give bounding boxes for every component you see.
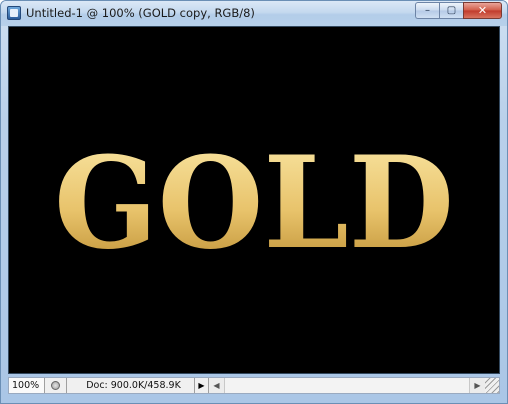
resize-grip-icon[interactable] (485, 378, 499, 393)
minimize-button[interactable]: – (415, 2, 439, 19)
status-bar: 100% Doc: 900.0K/458.9K ▶ ◀ ▶ (8, 377, 500, 394)
canvas-frame: GOLD (8, 26, 500, 374)
navigator-icon[interactable] (45, 378, 67, 393)
close-button[interactable]: ✕ (463, 2, 502, 19)
doc-size-info: Doc: 900.0K/458.9K (67, 378, 195, 393)
gold-text-layer: GOLD (54, 135, 454, 265)
window-title: Untitled-1 @ 100% (GOLD copy, RGB/8) (26, 6, 255, 20)
caption-buttons: – ▢ ✕ (415, 2, 502, 20)
play-arrow-icon[interactable]: ▶ (195, 378, 209, 393)
scroll-right-icon[interactable]: ▶ (469, 378, 485, 393)
maximize-button[interactable]: ▢ (439, 2, 463, 19)
document-window: Untitled-1 @ 100% (GOLD copy, RGB/8) – ▢… (0, 0, 508, 404)
maximize-icon: ▢ (446, 4, 457, 16)
scroll-left-icon[interactable]: ◀ (209, 378, 225, 393)
zoom-field[interactable]: 100% (9, 378, 45, 393)
title-bar[interactable]: Untitled-1 @ 100% (GOLD copy, RGB/8) – ▢… (1, 1, 507, 26)
horizontal-scrollbar[interactable]: ◀ ▶ (209, 378, 485, 393)
close-icon: ✕ (477, 4, 488, 17)
document-canvas[interactable]: GOLD (9, 27, 499, 373)
gold-text: GOLD (54, 135, 454, 265)
minimize-icon: – (425, 4, 430, 16)
photoshop-document-icon[interactable] (7, 6, 21, 20)
